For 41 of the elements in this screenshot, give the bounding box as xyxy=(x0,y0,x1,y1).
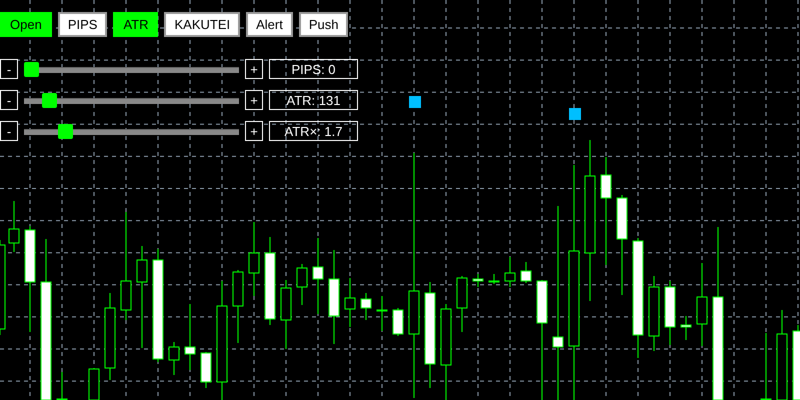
slider[interactable] xyxy=(24,92,239,108)
candlestick xyxy=(488,274,500,284)
slider-thumb[interactable] xyxy=(42,92,57,108)
candlestick xyxy=(8,200,20,252)
increase-button[interactable]: + xyxy=(245,90,263,110)
signal-marker xyxy=(409,96,421,108)
decrease-button[interactable]: - xyxy=(0,121,18,141)
candlestick xyxy=(456,276,468,332)
candlestick xyxy=(680,316,692,340)
decrease-button[interactable]: - xyxy=(0,59,18,79)
candlestick xyxy=(472,274,484,288)
candlestick xyxy=(296,264,308,306)
candlestick xyxy=(376,296,388,332)
value-display: ATR: 131 xyxy=(269,90,358,110)
candlestick xyxy=(664,280,676,346)
value-display: PIPS: 0 xyxy=(269,59,358,79)
decrease-button[interactable]: - xyxy=(0,90,18,110)
candlestick xyxy=(344,278,356,328)
candlestick xyxy=(504,256,516,288)
increase-button[interactable]: + xyxy=(245,121,263,141)
slider-thumb[interactable] xyxy=(58,124,73,138)
toggle-button[interactable]: Alert xyxy=(246,12,293,37)
toggle-button[interactable]: Open xyxy=(0,12,52,37)
candlestick xyxy=(392,308,404,336)
candlestick xyxy=(280,280,292,350)
candlestick xyxy=(184,304,196,370)
toggle-button[interactable]: PIPS xyxy=(58,12,108,37)
slider[interactable] xyxy=(24,62,239,76)
signal-marker xyxy=(569,108,581,120)
slider-thumb[interactable] xyxy=(24,62,39,76)
candlestick xyxy=(56,372,68,400)
increase-button[interactable]: + xyxy=(245,59,263,79)
toggle-button[interactable]: KAKUTEI xyxy=(164,12,240,37)
candlestick xyxy=(360,292,372,320)
toggle-button[interactable]: ATR xyxy=(113,12,158,37)
candlestick xyxy=(200,352,212,388)
slider[interactable] xyxy=(24,124,239,138)
toggle-button[interactable]: Push xyxy=(298,12,348,37)
candlestick xyxy=(520,262,532,284)
value-display: ATR×: 1.7 xyxy=(269,121,358,141)
candlestick xyxy=(168,342,180,376)
